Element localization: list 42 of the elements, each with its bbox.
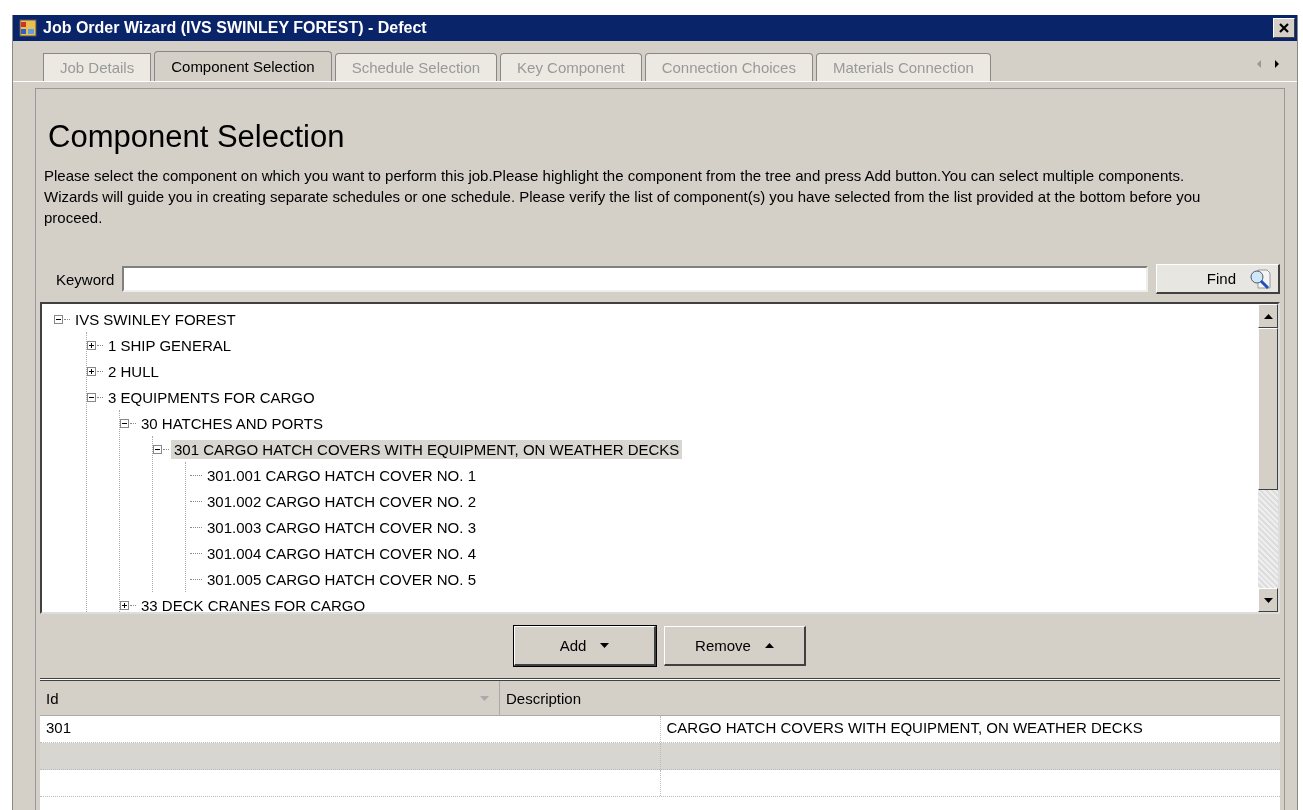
window-title: Job Order Wizard (IVS SWINLEY FOREST) - Defect — [43, 19, 428, 37]
expand-icon[interactable] — [87, 366, 96, 376]
tab[interactable]: Component Selection — [154, 51, 332, 81]
tree-item[interactable]: 301.003 CARGO HATCH COVER NO. 3 — [204, 517, 479, 537]
keyword-field[interactable] — [122, 266, 1148, 292]
page-heading: Component Selection — [48, 119, 346, 155]
keyword-label: Keyword — [56, 270, 115, 288]
search-icon — [1248, 267, 1272, 290]
tree-item[interactable]: 3 EQUIPMENTS FOR CARGO — [105, 387, 318, 407]
collapse-icon[interactable] — [87, 392, 96, 402]
tree-item[interactable]: 1 SHIP GENERAL — [105, 335, 235, 355]
instructions-text: Please select the component on which you want to perform this job.Please highlight the component from the tree and press Add button.You can select multiple components. Wizards will guide you in creating separate schedules or one schedule. Please verify the list of component(s) you have selected from the list provided at the bottom before you proceed. — [44, 166, 1202, 228]
collapse-icon[interactable] — [54, 314, 63, 324]
down-arrow-icon[interactable] — [1263, 597, 1273, 603]
app-icon — [19, 19, 37, 37]
up-arrow-icon[interactable] — [1263, 313, 1273, 319]
table-cell: 301 — [40, 716, 661, 742]
close-button[interactable] — [1273, 18, 1295, 38]
column-header[interactable]: Id — [40, 681, 500, 715]
collapse-icon[interactable] — [153, 444, 162, 454]
vertical-scrollbar[interactable] — [1258, 304, 1278, 612]
table-cell-text: CARGO HATCH COVERS WITH EQUIPMENT, ON WEATHER DECKS — [665, 718, 1144, 738]
caret-down-icon — [600, 643, 610, 648]
tree-item[interactable]: 2 HULL — [105, 361, 162, 381]
caret-up-icon — [764, 643, 774, 648]
tree-item[interactable]: 33 DECK CRANES FOR CARGO — [138, 595, 369, 612]
tree-item[interactable]: 301.001 CARGO HATCH COVER NO. 1 — [204, 465, 479, 485]
tree-item[interactable]: 301.002 CARGO HATCH COVER NO. 2 — [204, 491, 479, 511]
expand-icon[interactable] — [87, 340, 96, 350]
tree-item[interactable]: IVS SWINLEY FOREST — [72, 309, 239, 329]
column-header[interactable]: Description — [500, 681, 1280, 715]
close-icon — [1278, 22, 1290, 34]
tree-item[interactable]: 301.004 CARGO HATCH COVER NO. 4 — [204, 543, 479, 563]
collapse-icon[interactable] — [120, 418, 129, 428]
tree-item[interactable]: 301.005 CARGO HATCH COVER NO. 5 — [204, 569, 479, 589]
action-button[interactable]: Add — [514, 626, 656, 666]
scroll-right-icon[interactable] — [1273, 59, 1281, 69]
find-button[interactable]: Find — [1156, 264, 1280, 294]
tree-item[interactable]: 30 HATCHES AND PORTS — [138, 413, 326, 433]
expand-icon[interactable] — [120, 600, 129, 610]
action-button[interactable]: Remove — [664, 626, 806, 666]
tree-item[interactable]: 301 CARGO HATCH COVERS WITH EQUIPMENT, ON WEATHER DECKS — [171, 439, 683, 459]
